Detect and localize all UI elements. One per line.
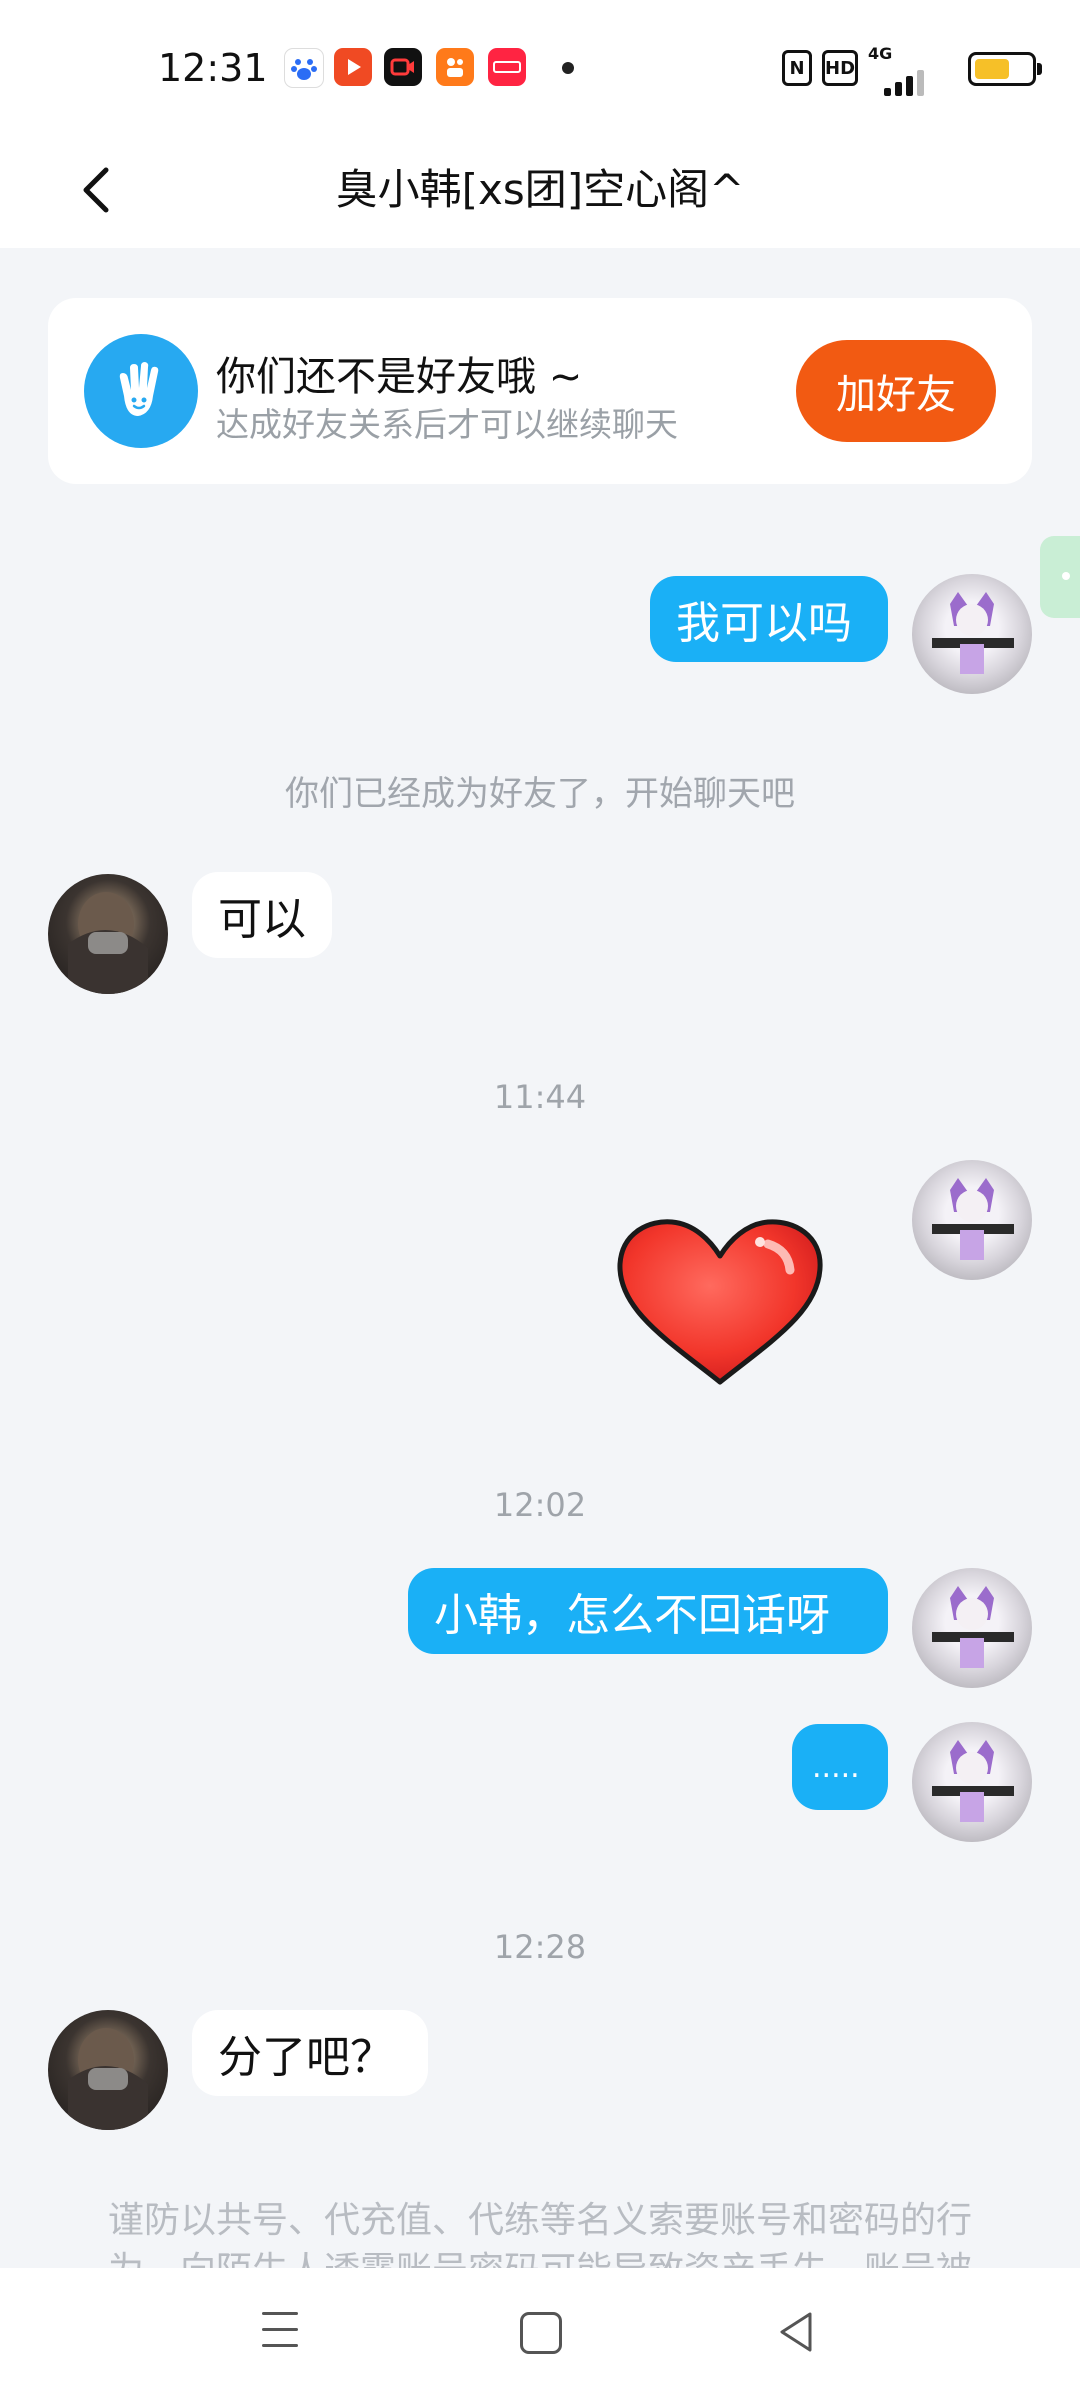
waving-hand-icon	[84, 334, 198, 448]
message-bubble-outgoing[interactable]: 我可以吗	[650, 576, 888, 662]
back-icon[interactable]	[776, 2310, 816, 2354]
friend-card-subtitle: 达成好友关系后才可以继续聊天	[216, 405, 678, 444]
message-bubble-outgoing[interactable]: .....	[792, 1724, 888, 1810]
camera-recorder-icon	[384, 48, 422, 86]
nfc-icon: N	[782, 50, 812, 86]
hd-icon: HD	[822, 50, 858, 86]
system-message: 你们已经成为好友了，开始聊天吧	[285, 774, 795, 814]
time-separator: 11:44	[493, 1078, 587, 1116]
menu-icon[interactable]	[262, 2312, 298, 2352]
xiaohongshu-icon	[488, 48, 526, 86]
kuaishou-icon	[436, 48, 474, 86]
video-player-icon	[334, 48, 372, 86]
time-separator: 12:02	[493, 1486, 587, 1524]
message-bubble-incoming[interactable]: 分了吧？	[192, 2010, 428, 2096]
time-separator: 12:28	[493, 1928, 587, 1966]
status-time: 12:31	[158, 46, 268, 90]
system-nav-bar	[0, 2268, 1080, 2400]
my-avatar[interactable]	[912, 1160, 1032, 1280]
add-friend-button[interactable]: 加好友	[796, 340, 996, 442]
friend-card-title: 你们还不是好友哦 ~	[216, 354, 583, 400]
chat-title: 臭小韩[xs团]空心阁^	[335, 165, 745, 214]
home-icon[interactable]	[520, 2312, 562, 2354]
baidu-icon	[284, 48, 324, 88]
battery-icon	[968, 52, 1042, 86]
my-avatar[interactable]	[912, 1722, 1032, 1842]
contact-avatar[interactable]	[48, 2010, 168, 2130]
message-bubble-incoming[interactable]: 可以	[192, 872, 332, 958]
floating-side-tab[interactable]	[1040, 536, 1080, 618]
my-avatar[interactable]	[912, 574, 1032, 694]
friend-request-card: 你们还不是好友哦 ~ 达成好友关系后才可以继续聊天 加好友	[48, 298, 1032, 484]
my-avatar[interactable]	[912, 1568, 1032, 1688]
chat-header: 臭小韩[xs团]空心阁^	[0, 130, 1080, 248]
status-bar: 12:31 N HD 4G	[0, 0, 1080, 130]
contact-avatar[interactable]	[48, 874, 168, 994]
signal-icon	[868, 58, 928, 96]
notification-dot	[562, 62, 574, 74]
heart-sticker[interactable]	[610, 1214, 830, 1390]
message-bubble-outgoing[interactable]: 小韩，怎么不回话呀	[408, 1568, 888, 1654]
status-icons: N HD 4G	[760, 0, 1080, 130]
